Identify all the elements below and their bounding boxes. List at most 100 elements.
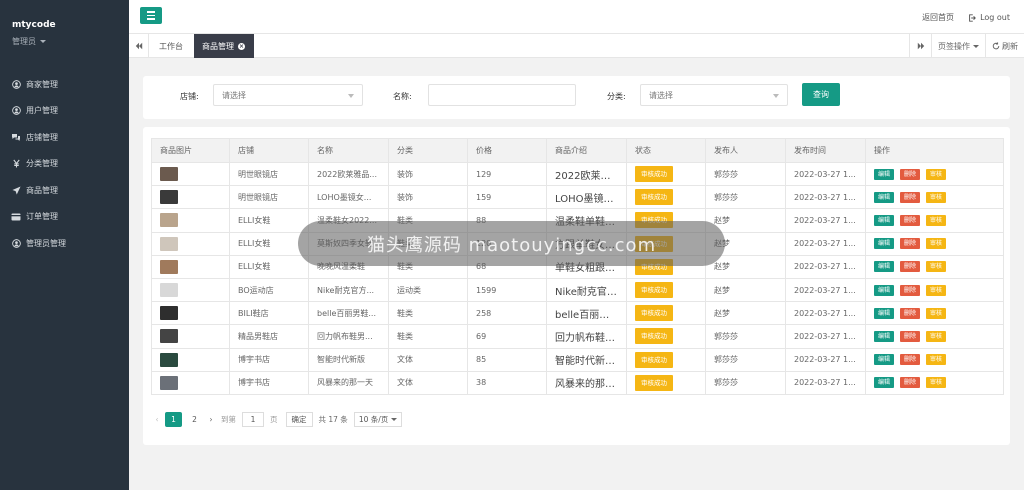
menu-toggle-button[interactable]: [140, 7, 162, 24]
sidebar-item-6[interactable]: 管理员管理: [0, 230, 129, 257]
audit-button[interactable]: 审核: [926, 214, 947, 226]
audit-button[interactable]: 审核: [926, 284, 947, 296]
audit-button[interactable]: 审核: [926, 238, 947, 250]
ops-cell: 编辑 删除 审核: [865, 370, 1004, 395]
name-input[interactable]: [428, 84, 576, 106]
product-thumbnail[interactable]: [160, 213, 178, 228]
edit-button[interactable]: 编辑: [874, 307, 895, 319]
refresh-label: 刷新: [1002, 41, 1018, 51]
shop-label: 店铺:: [180, 92, 199, 101]
category-cell: 运动类: [388, 277, 468, 303]
table-body: 明世眼镜店 2022欧莱雅品... 装饰 129 2022欧莱雅品 审核成功 郭莎莎 2022…: [151, 161, 1004, 395]
edit-button[interactable]: 编辑: [874, 354, 895, 366]
page-2-button[interactable]: 2: [186, 412, 203, 427]
intro-cell: LOHO墨镜女高级: [546, 185, 627, 210]
shop-cell: BILI鞋店: [229, 301, 309, 326]
audit-button[interactable]: 审核: [926, 377, 947, 389]
product-thumbnail[interactable]: [160, 306, 178, 321]
sidebar-item-1[interactable]: 用户管理: [0, 98, 129, 125]
sidebar-item-0[interactable]: 商家管理: [0, 71, 129, 98]
edit-button[interactable]: 编辑: [874, 168, 895, 180]
edit-button[interactable]: 编辑: [874, 377, 895, 389]
audit-button[interactable]: 审核: [926, 168, 947, 180]
status-cell: 审核成功: [626, 324, 706, 349]
logout-link[interactable]: Log out: [968, 12, 1010, 23]
product-thumbnail[interactable]: [160, 283, 178, 298]
name-label: 名称:: [393, 92, 412, 101]
sidebar-item-5[interactable]: 订单管理: [0, 204, 129, 231]
status-badge: 审核成功: [635, 351, 673, 368]
edit-button[interactable]: 编辑: [874, 330, 895, 342]
delete-button[interactable]: 删除: [900, 354, 921, 366]
audit-button[interactable]: 审核: [926, 307, 947, 319]
shop-cell: ELLI女鞋: [229, 231, 309, 256]
tab-bar: 工作台 商品管理 × 页签操作 刷新: [129, 33, 1024, 58]
delete-button[interactable]: 删除: [900, 377, 921, 389]
edit-button[interactable]: 编辑: [874, 214, 895, 226]
audit-button[interactable]: 审核: [926, 354, 947, 366]
goto-confirm-button[interactable]: 确定: [285, 411, 313, 427]
next-page-icon[interactable]: ›: [205, 415, 217, 424]
product-thumbnail[interactable]: [160, 329, 178, 344]
publisher-cell: 郭莎莎: [705, 347, 786, 372]
page-size-select[interactable]: 10 条/页: [353, 411, 403, 427]
product-thumbnail[interactable]: [160, 236, 178, 251]
pagination: ‹ 1 2 › 到第 1 页 确定 共 17 条 10 条/页: [151, 410, 403, 428]
sidebar-item-label: 订单管理: [26, 212, 58, 222]
audit-button[interactable]: 审核: [926, 191, 947, 203]
sidebar-item-3[interactable]: 分类管理: [0, 151, 129, 178]
goto-page-input[interactable]: 1: [242, 411, 264, 427]
tab-product-management[interactable]: 商品管理 ×: [194, 34, 254, 58]
role-dropdown[interactable]: 管理员: [12, 36, 129, 47]
close-icon[interactable]: ×: [238, 42, 245, 50]
product-thumbnail[interactable]: [160, 167, 178, 182]
refresh-icon: [992, 42, 1000, 50]
edit-button[interactable]: 编辑: [874, 238, 895, 250]
product-thumbnail[interactable]: [160, 190, 178, 205]
column-header: 店铺: [229, 138, 309, 163]
audit-button[interactable]: 审核: [926, 261, 947, 273]
product-image-cell: [151, 324, 230, 349]
table-row: 博宇书店 智能时代新版 文体 85 智能时代新版 (审核成功 郭莎莎 2022-03-27 …: [151, 347, 1004, 372]
product-thumbnail[interactable]: [160, 375, 178, 390]
delete-button[interactable]: 删除: [900, 168, 921, 180]
tab-scroll-left-button[interactable]: [129, 34, 149, 58]
delete-button[interactable]: 删除: [900, 238, 921, 250]
shop-select-value: 请选择: [222, 90, 246, 100]
time-cell: 2022-03-27 1...: [785, 231, 866, 256]
audit-button[interactable]: 审核: [926, 330, 947, 342]
refresh-button[interactable]: 刷新: [985, 34, 1024, 58]
delete-button[interactable]: 删除: [900, 261, 921, 273]
category-cell: 鞋类: [388, 324, 468, 349]
home-link[interactable]: 返回首页: [922, 12, 954, 23]
page-unit-label: 页: [270, 414, 278, 424]
shop-select[interactable]: 请选择: [213, 84, 363, 106]
product-thumbnail[interactable]: [160, 259, 178, 274]
shop-cell: 精品男鞋店: [229, 324, 309, 349]
edit-button[interactable]: 编辑: [874, 191, 895, 203]
category-select[interactable]: 请选择: [640, 84, 788, 106]
edit-button[interactable]: 编辑: [874, 261, 895, 273]
tab-workbench[interactable]: 工作台: [151, 34, 191, 58]
delete-button[interactable]: 删除: [900, 307, 921, 319]
product-image-cell: [151, 277, 230, 303]
user-circle-icon: [11, 79, 21, 89]
tab-ops-dropdown[interactable]: 页签操作: [931, 34, 985, 58]
delete-button[interactable]: 删除: [900, 214, 921, 226]
delete-button[interactable]: 删除: [900, 284, 921, 296]
sidebar-item-label: 用户管理: [26, 106, 58, 116]
ops-cell: 编辑 删除 审核: [865, 208, 1004, 233]
sidebar-item-2[interactable]: 店铺管理: [0, 124, 129, 151]
page-1-button[interactable]: 1: [165, 411, 182, 427]
product-thumbnail[interactable]: [160, 352, 178, 367]
query-button[interactable]: 查询: [802, 83, 840, 106]
tab-scroll-right-button[interactable]: [909, 34, 931, 58]
delete-button[interactable]: 删除: [900, 330, 921, 342]
column-header: 价格: [467, 138, 547, 163]
category-label: 分类:: [607, 92, 626, 101]
edit-button[interactable]: 编辑: [874, 284, 895, 296]
sidebar-item-4[interactable]: 商品管理: [0, 177, 129, 204]
delete-button[interactable]: 删除: [900, 191, 921, 203]
prev-page-icon[interactable]: ‹: [151, 415, 163, 424]
shop-cell: 明世眼镜店: [229, 185, 309, 210]
